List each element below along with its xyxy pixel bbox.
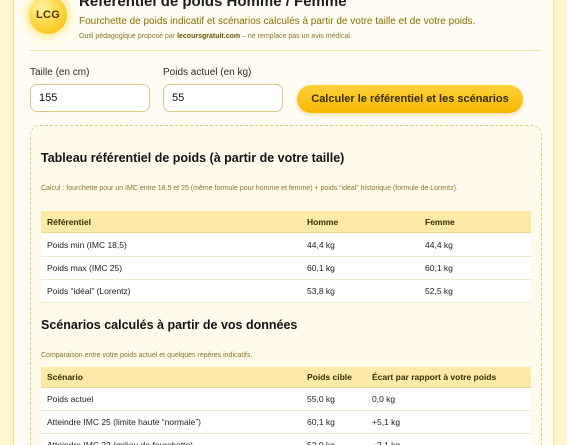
reference-table-description: Calcul : fourchette pour un IMC entre 18… (41, 185, 458, 192)
table-cell: 52,9 kg (307, 440, 335, 445)
table-cell: 44,4 kg (425, 240, 453, 250)
column-header: Femme (425, 217, 455, 227)
table-header-row: Référentiel Homme Femme (41, 211, 531, 233)
table-cell: +5,1 kg (372, 417, 401, 427)
table-cell: 60,1 kg (307, 263, 335, 273)
app-header: LCG Référentiel de poids Homme / Femme F… (29, 0, 541, 51)
column-header: Écart par rapport à votre poids (372, 372, 497, 382)
table-cell: −2,1 kg (372, 440, 401, 445)
disclaimer-prefix: Outil pédagogique proposé par (79, 33, 178, 40)
table-cell: 60,1 kg (307, 417, 335, 427)
table-row: Poids “idéal” (Lorentz) 53,8 kg 52,5 kg (41, 280, 531, 303)
table-cell: 55,0 kg (307, 394, 335, 404)
column-header: Poids cible (307, 372, 352, 382)
table-row: Atteindre IMC 25 (limite haute “normale”… (41, 411, 531, 434)
table-cell: 0,0 kg (372, 394, 396, 404)
column-header: Homme (307, 217, 339, 227)
table-cell: Poids “idéal” (Lorentz) (47, 286, 131, 296)
brand-logo: LCG (29, 0, 67, 34)
weight-input[interactable] (163, 84, 283, 112)
table-row: Poids max (IMC 25) 60,1 kg 60,1 kg (41, 257, 531, 280)
scenarios-title: Scénarios calculés à partir de vos donné… (41, 318, 298, 332)
table-cell: 60,1 kg (425, 263, 453, 273)
column-header: Référentiel (47, 217, 91, 227)
table-cell: Poids actuel (47, 394, 94, 404)
height-label: Taille (en cm) (30, 67, 90, 78)
table-cell: Atteindre IMC 22 (milieu de fourchette) (47, 440, 193, 445)
disclaimer-note: Outil pédagogique proposé par lecoursgra… (79, 33, 352, 40)
table-row: Poids min (IMC 18,5) 44,4 kg 44,4 kg (41, 233, 531, 257)
table-cell: Poids min (IMC 18,5) (47, 240, 127, 250)
table-cell: 53,8 kg (307, 286, 335, 296)
site-link[interactable]: lecoursgratuit.com (177, 33, 240, 40)
scenarios-description: Comparaison entre votre poids actuel et … (41, 352, 253, 359)
page-subtitle: Fourchette de poids indicatif et scénari… (79, 16, 476, 27)
reference-table: Référentiel Homme Femme Poids min (IMC 1… (41, 211, 531, 303)
table-cell: 44,4 kg (307, 240, 335, 250)
table-header-row: Scénario Poids cible Écart par rapport à… (41, 367, 531, 388)
table-cell: Poids max (IMC 25) (47, 263, 123, 273)
table-cell: 52,5 kg (425, 286, 453, 296)
height-input[interactable] (30, 84, 150, 112)
scenarios-table: Scénario Poids cible Écart par rapport à… (41, 367, 531, 445)
column-header: Scénario (47, 372, 83, 382)
disclaimer-suffix: – ne remplace pas un avis médical. (240, 33, 352, 40)
table-cell: Atteindre IMC 25 (limite haute “normale”… (47, 417, 202, 427)
reference-table-title: Tableau référentiel de poids (à partir d… (41, 151, 345, 165)
calculate-button[interactable]: Calculer le référentiel et les scénarios (297, 85, 523, 113)
table-row: Atteindre IMC 22 (milieu de fourchette) … (41, 434, 531, 445)
table-row: Poids actuel 55,0 kg 0,0 kg (41, 388, 531, 411)
page-title: Référentiel de poids Homme / Femme (79, 0, 347, 10)
weight-label: Poids actuel (en kg) (163, 67, 252, 78)
